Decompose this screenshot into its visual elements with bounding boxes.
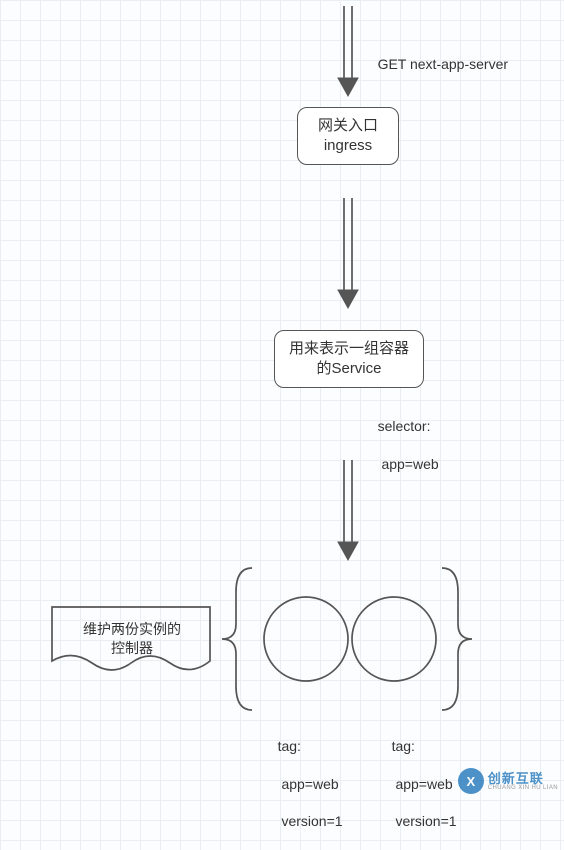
ingress-line1: 网关入口: [318, 116, 378, 136]
watermark-text: 创新互联 CHUANG XIN HU LIAN: [488, 772, 558, 791]
label-selector: selector: app=web: [362, 398, 439, 492]
arrow-ingress-to-service: [338, 198, 358, 308]
label-request: GET next-app-server: [362, 36, 508, 93]
controller-line2: 控制器: [111, 640, 153, 656]
node-ingress: 网关入口 ingress: [297, 107, 399, 165]
note-controller: 维护两份实例的 控制器: [72, 620, 192, 658]
pods-group-braces: [222, 568, 472, 710]
node-service: 用来表示一组容器 的Service: [274, 330, 424, 388]
pod1-tag-line2: app=web: [278, 776, 339, 792]
selector-line2: app=web: [378, 456, 439, 472]
diagram-canvas: GET next-app-server 网关入口 ingress 用来表示一组容…: [0, 0, 564, 800]
pod2-tag-line3: version=1: [392, 813, 457, 829]
ingress-line2: ingress: [318, 136, 378, 156]
controller-line1: 维护两份实例的: [83, 621, 181, 637]
pod1-tag-line3: version=1: [278, 813, 343, 829]
arrow-request-to-ingress: [338, 6, 358, 96]
pod2-tag-line2: app=web: [392, 776, 453, 792]
selector-line1: selector:: [378, 418, 431, 434]
label-pod2-tag: tag: app=web version=1: [376, 718, 457, 850]
pod1-tag-line1: tag:: [278, 738, 301, 754]
request-text: GET next-app-server: [378, 56, 508, 72]
watermark-icon: X: [458, 768, 484, 794]
pod2-tag-line1: tag:: [392, 738, 415, 754]
arrow-service-to-pods: [338, 460, 358, 560]
label-pod1-tag: tag: app=web version=1: [262, 718, 343, 850]
watermark-cn: 创新互联: [488, 772, 558, 785]
watermark-en: CHUANG XIN HU LIAN: [488, 785, 558, 791]
watermark-icon-letter: X: [466, 774, 475, 789]
service-line2: 的Service: [289, 359, 409, 379]
watermark: X 创新互联 CHUANG XIN HU LIAN: [458, 768, 558, 794]
service-line1: 用来表示一组容器: [289, 339, 409, 359]
